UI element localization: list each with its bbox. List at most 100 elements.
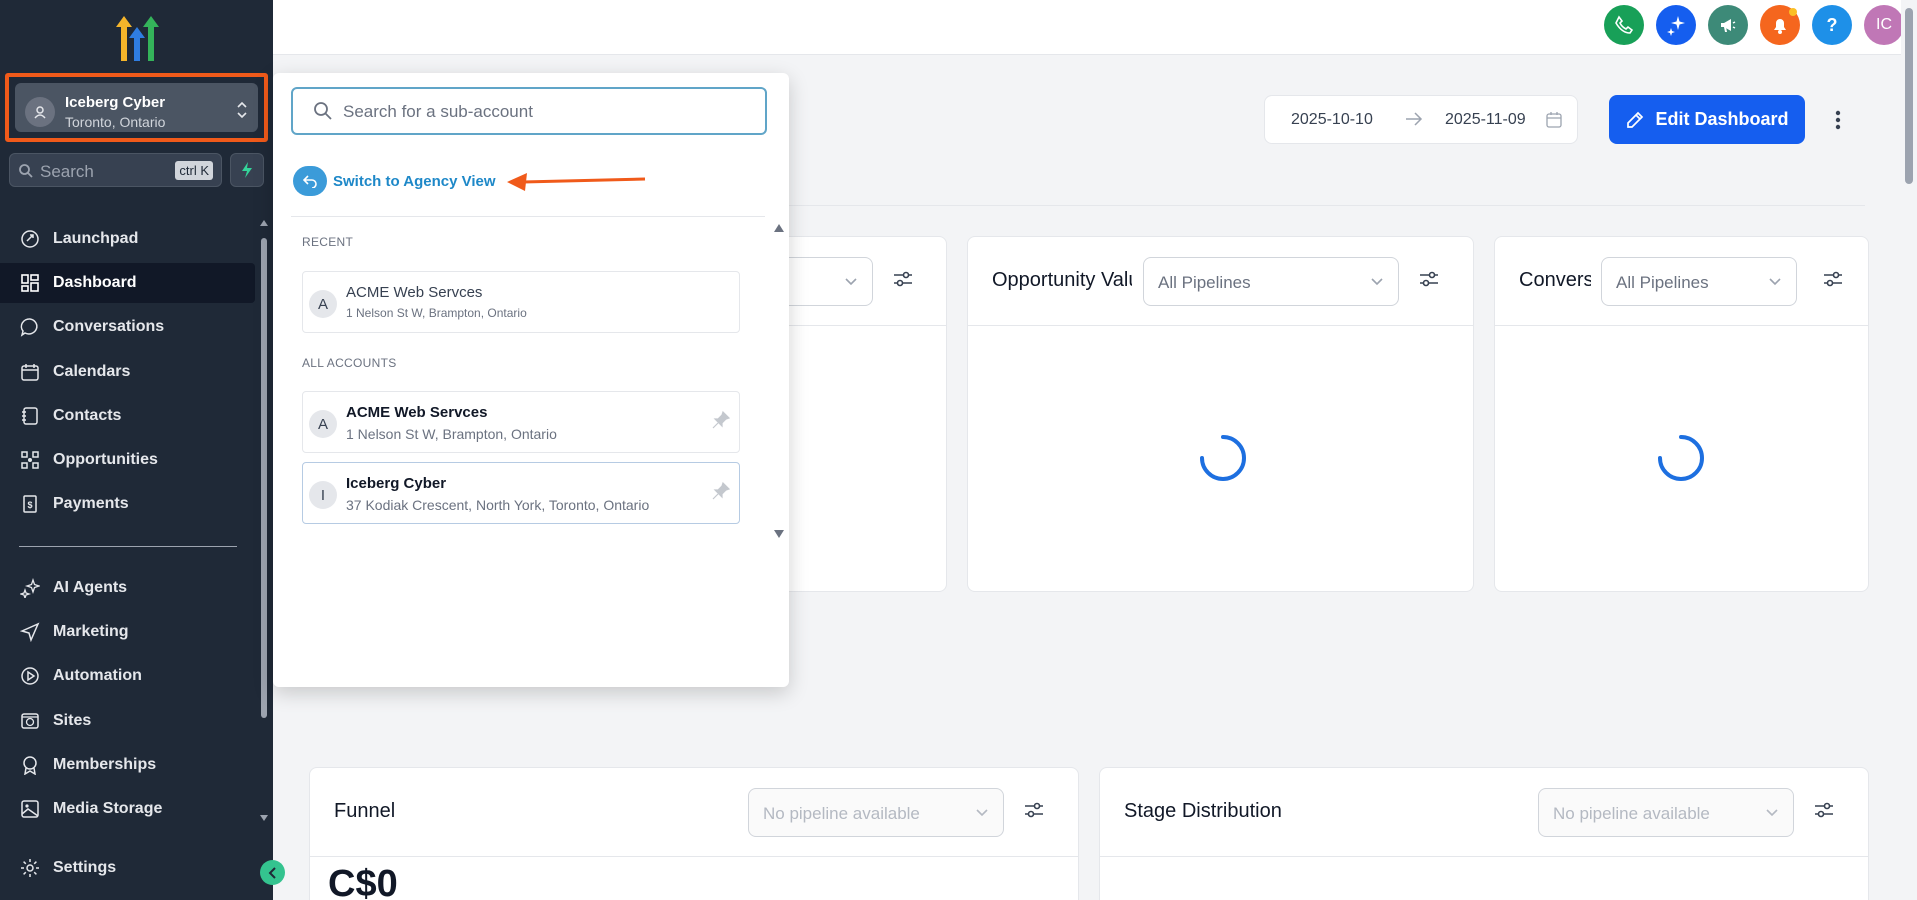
pipeline-select[interactable]: All Pipelines [1601, 257, 1797, 306]
date-range-picker[interactable]: 2025-10-10 2025-11-09 [1264, 95, 1578, 144]
funnel-widget: Funnel No pipeline available C$0 [309, 767, 1079, 900]
scrollbar-thumb[interactable] [261, 238, 267, 718]
send-icon [19, 621, 41, 643]
automation-icon [19, 665, 41, 687]
sidebar-item-dashboard[interactable]: Dashboard [0, 263, 255, 303]
recent-account-item[interactable]: A ACME Web Servces 1 Nelson St W, Brampt… [302, 271, 740, 333]
sidebar-item-label: Settings [53, 859, 117, 876]
pipeline-select-value: All Pipelines [1158, 273, 1251, 292]
nav-divider [19, 546, 237, 547]
sidebar-item-label: Automation [53, 667, 142, 684]
account-item-name: ACME Web Servces [346, 284, 483, 301]
sidebar-item-payments[interactable]: $ Payments [0, 484, 255, 524]
widget-title: Stage Distribution [1124, 800, 1282, 822]
sidebar-item-label: Opportunities [53, 451, 158, 468]
switch-to-agency-view-link[interactable]: Switch to Agency View [293, 166, 496, 196]
sparkle-icon [1667, 16, 1685, 36]
sidebar-item-media-storage[interactable]: Media Storage [0, 789, 255, 829]
account-switcher[interactable]: Iceberg Cyber Toronto, Ontario [5, 73, 268, 142]
edit-dashboard-label: Edit Dashboard [1655, 109, 1789, 129]
announcements-button[interactable] [1708, 5, 1748, 45]
account-item[interactable]: A ACME Web Servces 1 Nelson St W, Brampt… [302, 391, 740, 453]
sidebar-search[interactable]: Search ctrl K [9, 153, 222, 187]
sidebar-item-launchpad[interactable]: Launchpad [0, 219, 255, 259]
opportunity-value-widget: Opportunity Value All Pipelines [967, 236, 1474, 592]
sidebar-scrollbar[interactable] [258, 218, 270, 823]
chevron-up-down-icon [236, 99, 248, 121]
phone-button[interactable] [1604, 5, 1644, 45]
app-logo[interactable] [110, 14, 166, 64]
conversion-rate-widget: Conversion Rate All Pipelines [1494, 236, 1869, 592]
switch-to-agency-view-label: Switch to Agency View [333, 172, 496, 190]
filter-icon[interactable] [1814, 801, 1834, 819]
scroll-down-icon[interactable] [773, 529, 785, 539]
page-scrollbar[interactable] [1901, 0, 1917, 900]
pin-icon[interactable] [711, 481, 731, 501]
badge-icon [19, 754, 41, 776]
chevron-down-icon [844, 277, 858, 287]
account-initial: A [309, 410, 337, 438]
pipeline-select-value: No pipeline available [1553, 804, 1710, 823]
bell-icon [1774, 19, 1786, 34]
chevron-down-icon [1370, 277, 1384, 287]
calendar-icon [1545, 111, 1563, 129]
help-button[interactable]: ? [1812, 5, 1852, 45]
sidebar-item-contacts[interactable]: Contacts [0, 396, 255, 436]
account-item-address: 37 Kodiak Crescent, North York, Toronto,… [346, 497, 650, 513]
filter-icon[interactable] [1419, 270, 1439, 288]
scrollbar-thumb[interactable] [1905, 8, 1913, 184]
pipeline-select-value: All Pipelines [1616, 273, 1709, 292]
sidebar-item-marketing[interactable]: Marketing [0, 612, 255, 652]
pin-icon[interactable] [711, 410, 731, 430]
pipeline-select[interactable]: All Pipelines [1143, 257, 1399, 306]
account-initial: I [309, 481, 337, 509]
subaccount-search-input[interactable]: Search for a sub-account [291, 87, 767, 135]
avatar-initials: IC [1876, 16, 1892, 33]
sidebar-item-label: Marketing [53, 623, 129, 640]
sidebar-item-opportunities[interactable]: Opportunities [0, 440, 255, 480]
user-avatar[interactable]: IC [1864, 5, 1904, 45]
filter-icon[interactable] [1024, 801, 1044, 819]
sidebar-item-calendars[interactable]: Calendars [0, 352, 255, 392]
quick-action-button[interactable] [230, 153, 264, 187]
filter-icon[interactable] [893, 270, 913, 288]
date-end: 2025-11-09 [1445, 111, 1526, 128]
shortcut-badge: ctrl K [175, 161, 213, 180]
sidebar-item-label: Contacts [53, 407, 122, 424]
funnel-value: C$0 [328, 863, 398, 900]
sidebar-item-sites[interactable]: Sites [0, 701, 255, 741]
sidebar-item-memberships[interactable]: Memberships [0, 745, 255, 785]
subaccount-search-placeholder: Search for a sub-account [343, 102, 533, 121]
sidebar-item-label: Payments [53, 495, 129, 512]
chevron-down-icon [1768, 277, 1782, 287]
account-item[interactable]: I Iceberg Cyber 37 Kodiak Crescent, Nort… [302, 462, 740, 524]
edit-dashboard-button[interactable]: Edit Dashboard [1609, 95, 1805, 144]
megaphone-icon [1721, 19, 1736, 32]
loading-spinner-icon [1200, 435, 1246, 481]
sidebar-item-ai-agents[interactable]: AI Agents [0, 568, 255, 608]
rocket-icon [19, 228, 41, 250]
chevron-down-icon [975, 808, 989, 818]
image-icon [19, 798, 41, 820]
sidebar-item-label: Calendars [53, 363, 131, 380]
collapse-sidebar-button[interactable] [260, 860, 285, 885]
notifications-button[interactable] [1760, 5, 1800, 45]
scroll-up-icon[interactable] [773, 223, 785, 233]
ai-assistant-button[interactable] [1656, 5, 1696, 45]
more-options-button[interactable] [1826, 105, 1850, 135]
scroll-down-icon [260, 815, 268, 821]
pipeline-select[interactable]: No pipeline available [748, 788, 1004, 837]
chevron-down-icon [1765, 808, 1779, 818]
subaccount-dropdown: Search for a sub-account Switch to Agenc… [273, 73, 789, 687]
sidebar-item-automation[interactable]: Automation [0, 656, 255, 696]
lightning-icon [242, 162, 252, 178]
sidebar-item-settings[interactable]: Settings [0, 848, 255, 888]
search-icon [313, 101, 333, 121]
pipeline-select[interactable]: No pipeline available [1538, 788, 1794, 837]
scroll-up-icon [260, 220, 268, 226]
dashboard-icon [19, 272, 41, 294]
notification-dot [1789, 8, 1797, 16]
user-icon [25, 97, 55, 127]
filter-icon[interactable] [1823, 270, 1843, 288]
sidebar-item-conversations[interactable]: Conversations [0, 307, 255, 347]
